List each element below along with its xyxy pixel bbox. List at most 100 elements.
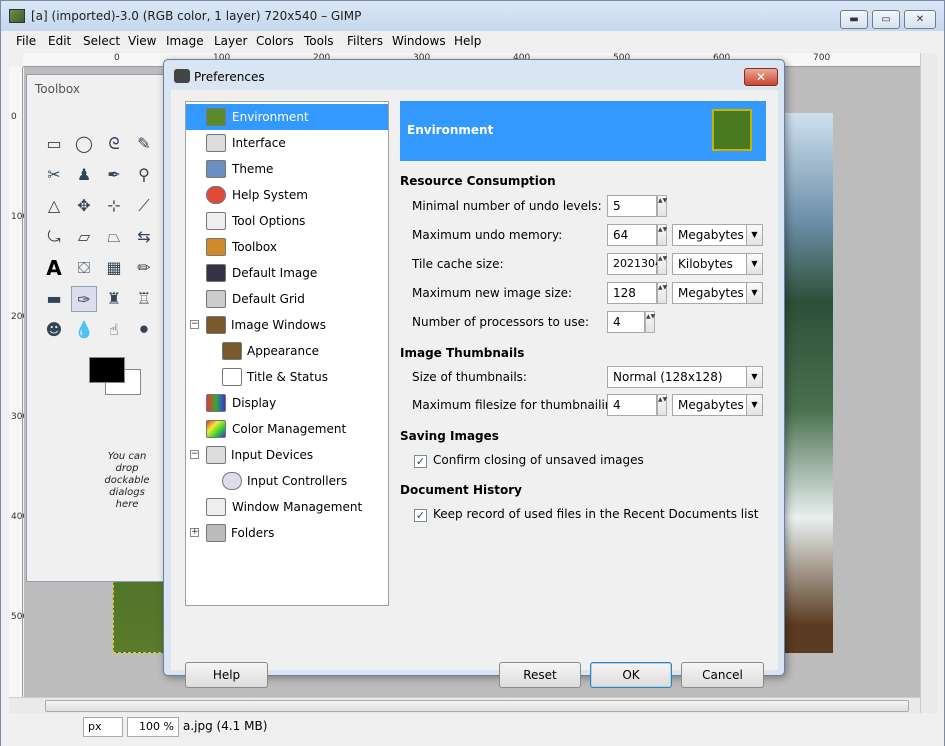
nav-appearance[interactable]: Appearance [186,338,388,364]
nav-image-windows[interactable]: − Image Windows [186,312,388,338]
menu-image[interactable]: Image [166,34,204,48]
nav-folders[interactable]: + Folders [186,520,388,546]
panel-heading: Environment [407,123,494,137]
fuzzy-select-icon[interactable]: ✎ [131,131,157,157]
vertical-scrollbar[interactable] [920,53,937,713]
undo-memory-field[interactable]: 64 [607,224,657,246]
foreground-color-swatch[interactable] [89,357,125,383]
clone-icon[interactable]: ♖ [131,286,157,312]
expand-expander[interactable]: + [190,528,199,537]
confirm-close-label[interactable]: Confirm closing of unsaved images [433,453,644,467]
move-icon[interactable]: ✥ [71,193,97,219]
nav-tool-options[interactable]: Tool Options [186,208,388,234]
measure-icon[interactable]: △ [41,193,67,219]
collapse-expander[interactable]: − [190,450,199,459]
rotate-icon[interactable]: ⤿ [41,224,67,250]
shear-icon[interactable]: ⏢ [101,224,127,250]
menu-select[interactable]: Select [83,34,120,48]
menu-windows[interactable]: Windows [392,34,446,48]
thumbnail-filesize-unit-select[interactable]: Megabytes ▼ [672,394,763,416]
menu-help[interactable]: Help [454,34,481,48]
vertical-ruler: 0 100 200 300 400 500 [9,67,28,697]
heal-icon[interactable]: ☻ [41,317,67,343]
maximize-button[interactable]: ▭ [872,10,900,29]
nav-interface[interactable]: Interface [186,130,388,156]
tile-cache-unit-select[interactable]: Kilobytes ▼ [672,253,763,275]
smudge-icon[interactable]: ☝ [101,317,127,343]
nav-default-image[interactable]: Default Image [186,260,388,286]
ellipse-select-icon[interactable]: ◯ [71,131,97,157]
nav-environment[interactable]: Environment [186,104,388,130]
tile-cache-field[interactable]: 2021304 [607,253,662,275]
text-icon[interactable]: A [41,255,67,281]
menu-layer[interactable]: Layer [214,34,247,48]
scrollbar-thumb[interactable] [45,700,909,712]
menu-view[interactable]: View [128,34,156,48]
thumbnail-size-select[interactable]: Normal (128x128) ▼ [607,366,763,388]
ink-icon[interactable]: ♜ [101,286,127,312]
zoom-field[interactable]: 100 % [127,717,179,737]
window-title: [a] (imported)-3.0 (RGB color, 1 layer) … [31,9,362,23]
nav-display[interactable]: Display [186,390,388,416]
undo-levels-spinner[interactable]: ▲▼ [657,195,667,217]
foreground-select-icon[interactable]: ♟ [71,162,97,188]
blend-icon[interactable]: ▦ [101,255,127,281]
menu-edit[interactable]: Edit [48,34,71,48]
dialog-close-button[interactable]: ✕ [744,68,778,86]
cancel-button[interactable]: Cancel [681,662,764,688]
dodge-burn-icon[interactable]: ⚫ [131,317,157,343]
undo-memory-spinner[interactable]: ▲▼ [657,224,667,246]
thumbnail-filesize-spinner[interactable]: ▲▼ [657,394,667,416]
nav-input-devices[interactable]: − Input Devices [186,442,388,468]
collapse-expander[interactable]: − [190,320,199,329]
undo-memory-unit-select[interactable]: Megabytes ▼ [672,224,763,246]
tile-cache-spinner[interactable]: ▲▼ [657,253,667,275]
keep-record-checkbox[interactable]: ✓ [414,509,427,522]
align-icon[interactable]: ⊹ [101,193,127,219]
max-image-size-spinner[interactable]: ▲▼ [657,282,667,304]
nav-window-management[interactable]: Window Management [186,494,388,520]
paths-icon[interactable]: ✒ [101,162,127,188]
crop-icon[interactable]: ⟋ [131,193,157,219]
nav-help-system[interactable]: Help System [186,182,388,208]
free-select-icon[interactable]: ᘓ [101,131,127,157]
nav-toolbox[interactable]: Toolbox [186,234,388,260]
pencil-icon[interactable]: ✏ [131,255,157,281]
scissors-icon[interactable]: ✂ [41,162,67,188]
eraser-icon[interactable]: ▬ [41,286,67,312]
undo-levels-field[interactable]: 5 [607,195,657,217]
dropdown-arrow-icon: ▼ [746,283,762,303]
keep-record-label[interactable]: Keep record of used files in the Recent … [433,507,758,521]
processors-spinner[interactable]: ▲▼ [645,311,655,333]
close-window-button[interactable]: ✕ [904,10,936,29]
max-image-unit-select[interactable]: Megabytes ▼ [672,282,763,304]
scale-icon[interactable]: ▱ [71,224,97,250]
unit-selector[interactable]: px [83,717,123,737]
confirm-close-checkbox[interactable]: ✓ [414,455,427,468]
airbrush-icon[interactable]: ✑ [71,286,97,312]
blur-icon[interactable]: 💧 [71,317,97,343]
flip-icon[interactable]: ⇆ [131,224,157,250]
nav-title-status[interactable]: Title & Status [186,364,388,390]
nav-default-grid[interactable]: Default Grid [186,286,388,312]
ok-button[interactable]: OK [590,662,672,688]
rect-select-icon[interactable]: ▭ [41,131,67,157]
menu-file[interactable]: File [16,34,36,48]
nav-color-management[interactable]: Color Management [186,416,388,442]
max-image-size-field[interactable]: 128 [607,282,657,304]
color-picker-icon[interactable]: ⚲ [131,162,157,188]
bucket-fill-icon[interactable]: ⛋ [71,255,97,281]
reset-button[interactable]: Reset [499,662,581,688]
image-windows-icon [206,316,226,334]
horizontal-scrollbar[interactable] [9,697,920,713]
processors-field[interactable]: 4 [607,311,645,333]
dropdown-arrow-icon: ▼ [746,225,762,245]
menu-colors[interactable]: Colors [256,34,294,48]
nav-input-controllers[interactable]: Input Controllers [186,468,388,494]
menu-tools[interactable]: Tools [304,34,334,48]
menu-filters[interactable]: Filters [347,34,383,48]
thumbnail-filesize-field[interactable]: 4 [607,394,657,416]
minimize-button[interactable]: ▬ [840,10,868,29]
nav-theme[interactable]: Theme [186,156,388,182]
help-button[interactable]: Help [185,662,268,688]
